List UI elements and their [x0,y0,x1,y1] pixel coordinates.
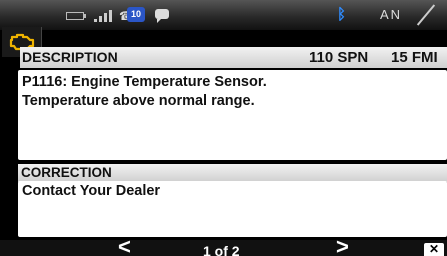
bluetooth-icon: ᛒ [337,6,347,23]
next-page-button[interactable]: > [336,236,349,256]
description-panel: P1116: Engine Temperature Sensor. Temper… [18,70,447,160]
message-icon[interactable] [155,9,169,23]
battery-icon [66,12,86,20]
compass-heading: AN [380,7,403,22]
correction-panel: Contact Your Dealer [18,181,447,237]
spn-value: 110 SPN [309,49,369,66]
correction-header: CORRECTION [18,164,447,182]
fault-code-text: P1116: Engine Temperature Sensor. [22,74,267,90]
divider [416,4,436,26]
previous-page-button[interactable]: < [118,236,131,256]
correction-label: CORRECTION [21,165,112,180]
correction-text: Contact Your Dealer [22,183,161,199]
description-label: DESCRIPTION [22,49,118,65]
page-indicator: 1 of 2 [203,243,240,256]
description-header: DESCRIPTION 110 SPN 15 FMI [20,47,447,68]
fmi-value: 15 FMI [391,49,438,66]
phone-icon[interactable]: ☎ 10 [119,7,145,24]
close-button[interactable]: ✕ [424,243,444,256]
fault-detail-text: Temperature above normal range. [22,93,255,109]
phone-badge: 10 [127,7,145,22]
signal-icon [94,10,112,22]
status-bar: ☎ 10 ᛒ AN [0,0,447,30]
